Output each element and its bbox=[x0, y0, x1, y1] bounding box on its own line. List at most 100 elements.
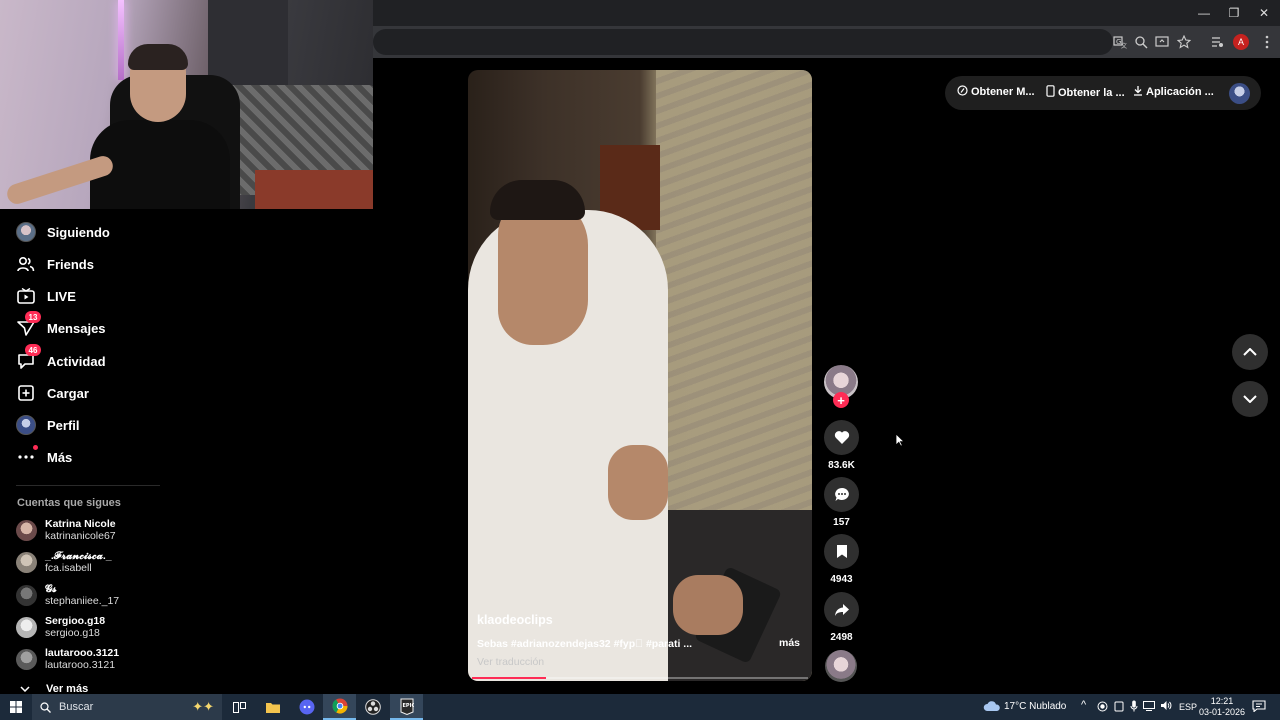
language-indicator[interactable]: ESP bbox=[1179, 702, 1197, 712]
following-avatar-icon bbox=[16, 222, 36, 242]
music-disc[interactable] bbox=[825, 650, 857, 682]
caption-more-button[interactable]: más bbox=[779, 637, 800, 649]
nav-label: LIVE bbox=[47, 288, 76, 304]
coin-icon bbox=[957, 85, 968, 99]
nav-cargar[interactable]: Cargar bbox=[16, 381, 89, 405]
start-button[interactable] bbox=[0, 694, 32, 720]
nav-actividad[interactable]: 46 Actividad bbox=[16, 344, 106, 373]
mouse-cursor-icon bbox=[895, 433, 905, 447]
weather-text[interactable]: 17°C Nublado bbox=[1004, 701, 1066, 712]
profile-avatar-icon bbox=[16, 415, 36, 435]
desktop-app-label: Aplicación ... bbox=[1146, 86, 1214, 98]
like-count: 83.6K bbox=[828, 460, 855, 471]
nav-mensajes[interactable]: 13 Mensajes bbox=[16, 311, 106, 340]
cast-icon[interactable] bbox=[1153, 33, 1171, 51]
obs-icon bbox=[364, 699, 381, 715]
following-account[interactable]: Sergioo.g18 sergioo.g18 bbox=[16, 612, 105, 642]
video-progress-bar[interactable] bbox=[472, 677, 808, 679]
following-account[interactable]: lautarooo.3121 lautarooo.3121 bbox=[16, 644, 119, 674]
close-window-button[interactable]: ✕ bbox=[1248, 0, 1280, 26]
address-bar[interactable] bbox=[373, 29, 1113, 55]
following-account[interactable]: 𝓖𝓼 stephaniiee._17 bbox=[16, 580, 119, 610]
account-avatar bbox=[16, 519, 37, 541]
account-avatar bbox=[16, 648, 37, 670]
task-view-icon bbox=[233, 701, 246, 713]
search-highlight-icon: ✦✦ bbox=[192, 699, 214, 714]
taskbar-discord[interactable] bbox=[290, 694, 323, 720]
live-icon bbox=[16, 286, 36, 306]
account-avatar bbox=[16, 584, 37, 606]
nav-friends[interactable]: Friends bbox=[16, 252, 94, 276]
save-button[interactable] bbox=[824, 534, 859, 569]
cloud-icon bbox=[983, 701, 1000, 711]
taskbar-file-explorer[interactable] bbox=[256, 694, 289, 720]
chevron-up-icon bbox=[1243, 348, 1257, 356]
see-translation-button[interactable]: Ver traducción bbox=[477, 656, 544, 668]
more-notification-dot bbox=[33, 445, 38, 450]
upload-icon bbox=[16, 383, 36, 403]
account-username: sergioo.g18 bbox=[45, 627, 100, 639]
taskbar-chrome[interactable] bbox=[323, 694, 356, 720]
account-name: _.𝓕𝓻𝓪𝓷𝓬𝓲𝓼𝓬𝓪._ bbox=[45, 550, 112, 562]
browser-profile-avatar[interactable]: A bbox=[1233, 34, 1249, 50]
network-icon[interactable] bbox=[1143, 701, 1155, 711]
taskbar-epic-games[interactable]: EPIC bbox=[390, 694, 423, 720]
chevron-down-icon bbox=[20, 686, 30, 692]
bookmark-star-icon[interactable] bbox=[1175, 33, 1193, 51]
like-button[interactable] bbox=[824, 420, 859, 455]
get-app-label: Obtener la ... bbox=[1058, 86, 1125, 99]
user-avatar[interactable] bbox=[1229, 83, 1250, 104]
share-button[interactable] bbox=[824, 592, 859, 627]
minimize-button[interactable]: — bbox=[1188, 0, 1220, 26]
restore-button[interactable]: ❐ bbox=[1218, 0, 1250, 26]
account-avatar bbox=[16, 551, 37, 573]
tray-chevron-icon[interactable]: ^ bbox=[1081, 699, 1086, 711]
messages-icon: 13 bbox=[16, 311, 41, 338]
task-view-button[interactable] bbox=[223, 694, 256, 720]
video-person-hand-2 bbox=[673, 575, 743, 635]
taskbar-search[interactable]: Buscar ✦✦ bbox=[32, 694, 222, 720]
heart-icon bbox=[834, 431, 849, 444]
webcam-overlay bbox=[0, 0, 373, 209]
get-coins-button[interactable]: Obtener M... bbox=[957, 85, 1035, 99]
video-author[interactable]: klaodeoclips bbox=[477, 613, 553, 627]
discord-icon bbox=[299, 699, 314, 715]
nav-perfil[interactable]: Perfil bbox=[16, 413, 80, 437]
account-name: 𝓖𝓼 bbox=[45, 583, 57, 595]
browser-menu-icon[interactable] bbox=[1258, 33, 1276, 51]
video-caption[interactable]: Sebas #adrianozendejas32 #fyp゚ #parati .… bbox=[477, 638, 692, 650]
desktop-app-button[interactable]: Aplicación ... bbox=[1133, 85, 1214, 99]
save-count: 4943 bbox=[830, 574, 853, 585]
nav-siguiendo[interactable]: Siguiendo bbox=[16, 220, 110, 244]
account-avatar bbox=[16, 616, 37, 638]
translate-icon[interactable]: G文 bbox=[1111, 33, 1129, 51]
comment-button[interactable] bbox=[824, 477, 859, 512]
account-name: Katrina Nicole bbox=[45, 518, 116, 530]
following-account[interactable]: _.𝓕𝓻𝓪𝓷𝓬𝓲𝓼𝓬𝓪._ fca.isabell bbox=[16, 547, 112, 577]
nav-mas[interactable]: Más bbox=[16, 445, 72, 469]
friends-icon bbox=[16, 254, 36, 274]
follow-plus-icon[interactable]: + bbox=[833, 392, 849, 408]
share-arrow-icon bbox=[834, 603, 849, 616]
nav-live[interactable]: LIVE bbox=[16, 284, 76, 308]
device-icon[interactable] bbox=[1114, 701, 1124, 712]
folder-icon bbox=[265, 702, 280, 713]
video-person-hair bbox=[490, 180, 585, 220]
volume-icon[interactable] bbox=[1160, 700, 1172, 711]
led-lights bbox=[118, 0, 124, 80]
system-clock[interactable]: 12:21 03-01-2026 bbox=[1197, 696, 1247, 718]
microphone-icon[interactable] bbox=[1130, 700, 1138, 712]
following-account[interactable]: Katrina Nicole katrinanicole67 bbox=[16, 515, 116, 545]
zoom-icon[interactable] bbox=[1132, 33, 1150, 51]
get-app-button[interactable]: Obtener la ... bbox=[1046, 85, 1125, 100]
svg-text:文: 文 bbox=[1121, 42, 1127, 49]
previous-video-button[interactable] bbox=[1232, 334, 1268, 370]
taskbar-obs[interactable] bbox=[356, 694, 389, 720]
media-control-icon[interactable] bbox=[1208, 33, 1226, 51]
record-icon[interactable] bbox=[1097, 701, 1108, 712]
search-icon bbox=[40, 701, 51, 713]
video-player[interactable]: klaodeoclips Sebas #adrianozendejas32 #f… bbox=[468, 70, 812, 681]
next-video-button[interactable] bbox=[1232, 381, 1268, 417]
account-name: Sergioo.g18 bbox=[45, 615, 106, 627]
notifications-icon[interactable] bbox=[1252, 700, 1266, 712]
